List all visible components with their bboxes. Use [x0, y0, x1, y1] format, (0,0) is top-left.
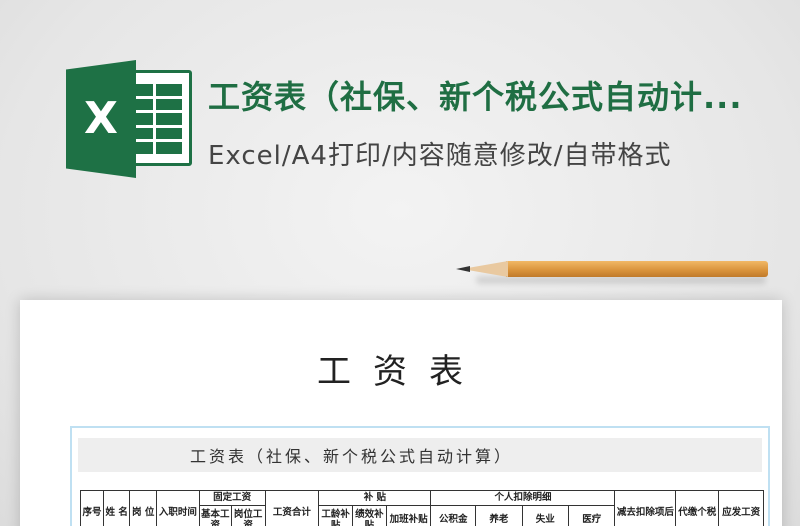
excel-x-letter: X — [84, 93, 118, 144]
col-performance: 绩效补贴 — [352, 505, 387, 526]
col-base-salary: 基本工资 — [198, 505, 232, 526]
col-minus-deduction: 减去扣除项后 — [614, 490, 677, 526]
col-name: 姓 名 — [102, 490, 131, 526]
col-position-salary: 岗位工资 — [230, 505, 266, 526]
pencil-illustration — [456, 258, 768, 284]
col-total-salary: 工资合计 — [264, 490, 320, 526]
banner-subtitle: Excel/A4打印/内容随意修改/自带格式 — [208, 141, 672, 171]
col-unemployment: 失业 — [521, 505, 570, 526]
spreadsheet-frame: 工资表（社保、新个税公式自动计算） 序号 姓 名 岗 位 入职时间 固定工资 工… — [70, 426, 770, 526]
col-hire-date: 入职时间 — [155, 490, 200, 526]
pencil-body — [506, 261, 768, 277]
document-title: 工资表 — [317, 352, 485, 392]
sheet-title: 工资表（社保、新个税公式自动计算） — [190, 447, 514, 466]
col-extra-allowance: 加班补贴 — [385, 505, 432, 526]
col-payable: 应发工资 — [718, 490, 764, 526]
col-personal-deduction: 个人扣除明细 — [430, 490, 616, 506]
col-seq: 序号 — [80, 490, 104, 526]
document-preview: 工资表 工资表（社保、新个税公式自动计算） 序号 姓 名 岗 位 入职时间 固定… — [20, 300, 782, 526]
col-withheld-tax: 代缴个税 — [675, 490, 720, 526]
pencil-shadow — [476, 276, 766, 284]
sheet-title-row: 工资表（社保、新个税公式自动计算） — [78, 438, 762, 472]
col-pension: 养老 — [475, 505, 523, 526]
col-position: 岗 位 — [129, 490, 157, 526]
excel-logo: X — [66, 60, 194, 178]
banner-title: 工资表（社保、新个税公式自动计... — [208, 78, 743, 116]
col-seniority: 工龄补贴 — [318, 505, 354, 526]
col-fixed-salary: 固定工资 — [198, 490, 266, 506]
excel-x-badge: X — [66, 60, 136, 178]
col-medical: 医疗 — [567, 505, 616, 526]
salary-header-table: 序号 姓 名 岗 位 入职时间 固定工资 工资合计 补 贴 个人扣除明细 减去扣… — [80, 490, 764, 526]
col-allowance: 补 贴 — [318, 490, 432, 506]
col-housing-fund: 公积金 — [430, 505, 477, 526]
pencil-tip — [456, 266, 470, 272]
